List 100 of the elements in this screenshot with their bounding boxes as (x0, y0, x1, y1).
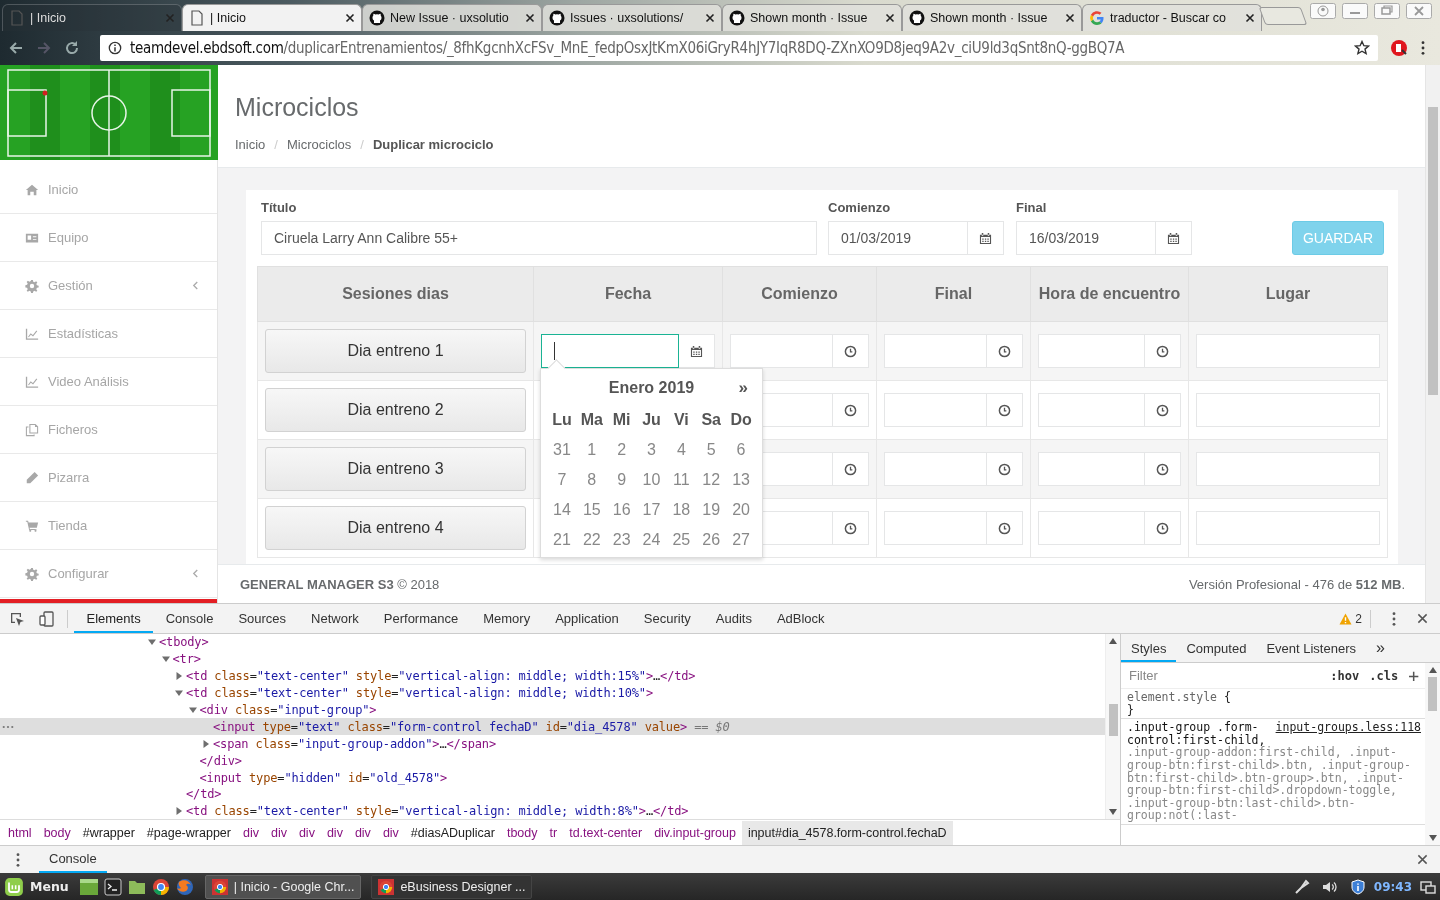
extension-icon[interactable] (1390, 39, 1408, 57)
star-icon[interactable] (1354, 40, 1370, 56)
clock-button[interactable] (833, 452, 869, 486)
place-field[interactable] (1196, 511, 1380, 545)
scroll-down-icon[interactable] (1109, 809, 1117, 815)
browser-tab[interactable]: Shown month · Issue (722, 4, 902, 31)
clock-button[interactable] (1145, 393, 1181, 427)
place-field[interactable] (1196, 393, 1380, 427)
triangle-icon[interactable] (175, 807, 183, 816)
scroll-thumb[interactable] (1428, 107, 1438, 395)
calendar-day[interactable]: 8 (576, 465, 607, 495)
triangle-icon[interactable] (175, 672, 183, 681)
devtools-tab[interactable]: Audits (703, 604, 765, 633)
calendar-day[interactable]: 16 (606, 495, 637, 525)
time-field[interactable] (1038, 334, 1145, 368)
dom-breadcrumb[interactable]: div.input-group (648, 820, 742, 845)
clock-button[interactable] (987, 452, 1023, 486)
day-button[interactable]: Dia entreno 3 (265, 447, 526, 491)
calendar-day[interactable]: 7 (547, 465, 577, 495)
close-icon[interactable] (525, 13, 535, 23)
menu-icon[interactable] (15, 851, 21, 868)
clock-button[interactable] (1145, 511, 1181, 545)
time-field[interactable] (1038, 511, 1145, 545)
calendar-day[interactable]: 11 (666, 465, 697, 495)
calendar-day[interactable]: 1 (576, 435, 607, 465)
calendar-day[interactable]: 9 (606, 465, 637, 495)
calendar-button[interactable] (679, 334, 715, 368)
triangle-icon[interactable] (148, 638, 156, 647)
calendar-day[interactable]: 19 (696, 495, 727, 525)
browser-tab[interactable]: | Inicio (182, 4, 362, 31)
calendar-day[interactable]: 2 (606, 435, 637, 465)
calendar-day[interactable]: 18 (666, 495, 697, 525)
close-icon[interactable] (885, 13, 895, 23)
warning-count[interactable]: 2 (1355, 611, 1362, 626)
dom-breadcrumb[interactable]: input#dia_4578.form-control.fechaD (741, 820, 953, 845)
dom-breadcrumb[interactable]: tbody (500, 820, 544, 845)
triangle-icon[interactable] (188, 706, 197, 714)
devtools-tab[interactable]: Performance (371, 604, 471, 633)
time-field[interactable] (884, 393, 987, 427)
clock-button[interactable] (987, 393, 1023, 427)
month-title[interactable]: Enero 2019 (608, 379, 695, 397)
taskbar-window[interactable]: | Inicio - Google Chr... (204, 874, 362, 899)
scroll-up-icon[interactable] (1109, 638, 1117, 644)
calendar-day[interactable]: 27 (726, 525, 756, 555)
styles-tab[interactable]: Event Listeners (1256, 634, 1366, 662)
calendar-day[interactable]: 31 (547, 435, 577, 465)
calendar-day[interactable]: 5 (696, 435, 727, 465)
breadcrumb-link[interactable]: Inicio (235, 137, 266, 152)
dom-line[interactable]: </div> (0, 752, 1105, 770)
dom-line[interactable]: <td class="text-center" style="vertical-align: middle; width:15%">…</td> (0, 667, 1105, 685)
calendar-day[interactable]: 13 (726, 465, 756, 495)
scrollbar[interactable] (1105, 634, 1120, 819)
calendar-day[interactable]: 23 (606, 525, 637, 555)
devtools-tab[interactable]: Network (298, 604, 372, 633)
browser-tab[interactable]: | Inicio (2, 4, 182, 31)
triangle-icon[interactable] (175, 689, 183, 698)
windows-icon[interactable] (1420, 878, 1436, 895)
devtools-tab[interactable]: Elements (74, 604, 154, 633)
clock-button[interactable] (1145, 334, 1181, 368)
close-icon[interactable] (1417, 613, 1428, 624)
inspect-icon[interactable] (9, 610, 25, 627)
clock-button[interactable] (1145, 452, 1181, 486)
scroll-thumb[interactable] (1428, 677, 1437, 711)
info-icon[interactable] (108, 41, 122, 55)
devtools-tab[interactable]: Application (542, 604, 632, 633)
dom-breadcrumb[interactable]: td.text-center (563, 820, 649, 845)
devtools-tab[interactable]: Console (153, 604, 226, 633)
more-tabs-button[interactable]: » (1366, 634, 1395, 662)
menu-icon[interactable] (1420, 40, 1426, 56)
close-icon[interactable] (345, 13, 355, 23)
browser-tab[interactable]: Shown month · Issue (902, 4, 1082, 31)
dom-line[interactable]: <td class="text-center" style="vertical-align: middle; width:8%">…</td> (0, 802, 1105, 819)
time-field[interactable] (884, 511, 987, 545)
browser-tab[interactable]: traductor - Buscar co (1082, 4, 1262, 31)
next-month-button[interactable]: » (738, 378, 748, 398)
dom-breadcrumb[interactable]: div (236, 820, 265, 845)
clock-button[interactable] (833, 334, 869, 368)
day-button[interactable]: Dia entreno 1 (265, 329, 526, 373)
reload-icon[interactable] (64, 40, 80, 56)
cls-toggle[interactable]: .cls (1369, 668, 1399, 683)
dom-breadcrumb[interactable]: #page-wrapper (140, 820, 237, 845)
browser-tab[interactable]: Issues · uxsolutions/ (542, 4, 722, 31)
calendar-day[interactable]: 14 (547, 495, 577, 525)
calendar-day[interactable]: 15 (576, 495, 607, 525)
time-field[interactable] (1038, 452, 1145, 486)
globe-icon[interactable] (174, 877, 195, 896)
menu-icon[interactable] (1391, 610, 1397, 627)
styles-tab[interactable]: Styles (1121, 634, 1177, 662)
date-field[interactable]: 16/03/2019 (1016, 221, 1156, 255)
dom-line[interactable]: <td class="text-center" style="vertical-align: middle; width:10%"> (0, 684, 1105, 702)
clock[interactable]: 09:43 (1373, 879, 1412, 894)
triangle-icon[interactable] (161, 655, 170, 664)
dom-line[interactable]: <tr> (0, 650, 1105, 668)
calendar-day[interactable]: 10 (636, 465, 667, 495)
close-icon[interactable] (1417, 854, 1428, 865)
triangle-icon[interactable] (202, 739, 210, 748)
taskbar-window[interactable]: eBusiness Designer ... (371, 874, 533, 899)
calendar-day[interactable]: 4 (666, 435, 697, 465)
browser-tab[interactable]: New Issue · uxsolutio (362, 4, 542, 31)
desktop-icon[interactable] (78, 877, 99, 896)
